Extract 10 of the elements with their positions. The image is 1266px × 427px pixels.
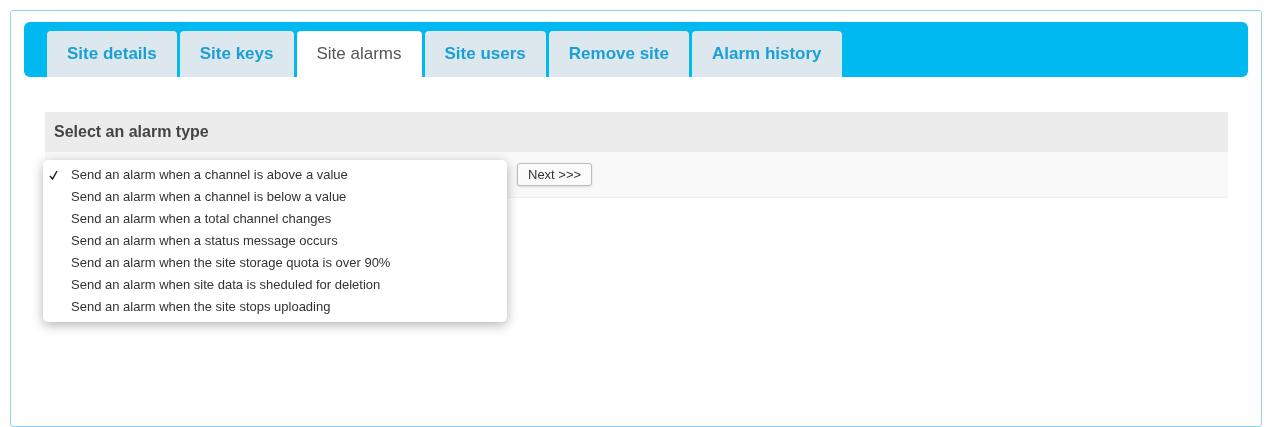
next-button[interactable]: Next >>> [517,163,593,186]
menu-option[interactable]: Send an alarm when a channel is above a value [43,164,507,186]
menu-option[interactable]: Send an alarm when the site storage quota is over 90% [43,252,507,274]
menu-option[interactable]: Send an alarm when a status message occurs [43,230,507,252]
section-title: Select an alarm type [54,122,209,142]
tab[interactable]: Site alarms [296,31,422,77]
menu-option[interactable]: Send an alarm when a total channel changes [43,208,507,230]
menu-option[interactable]: Send an alarm when a channel is below a value [43,186,507,208]
menu-option[interactable]: Send an alarm when site data is sheduled for deletion [43,274,507,296]
menu-option[interactable]: Send an alarm when the site stops uploading [43,296,507,318]
